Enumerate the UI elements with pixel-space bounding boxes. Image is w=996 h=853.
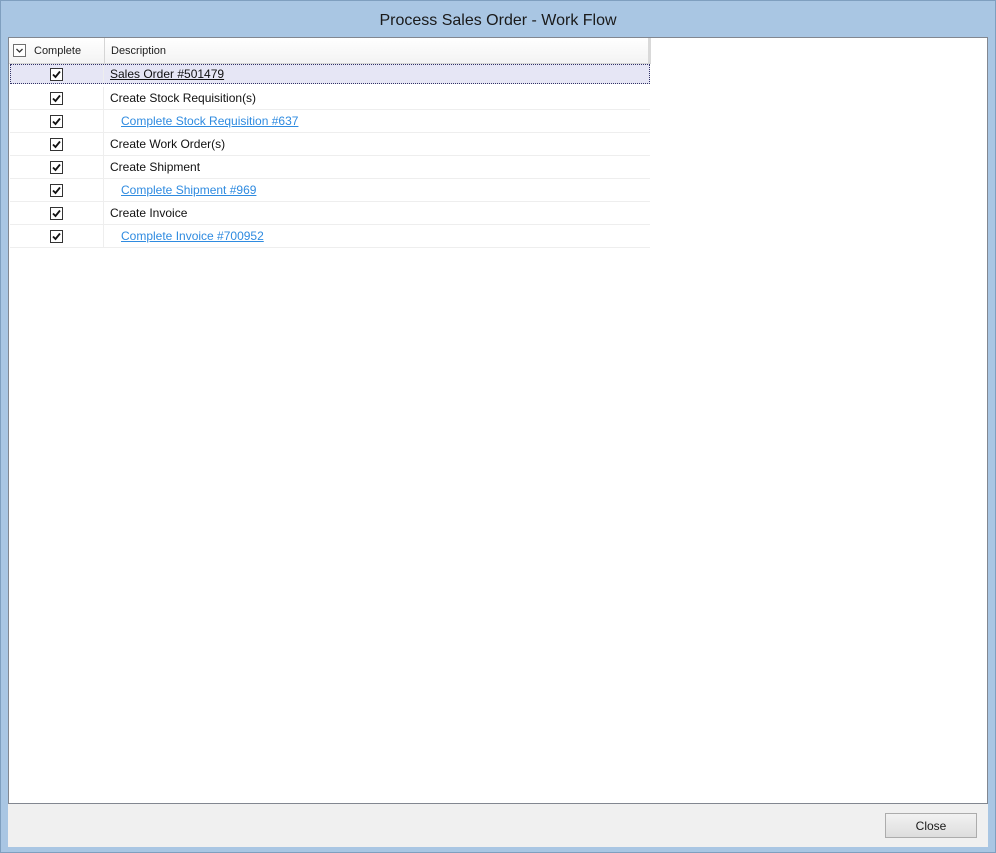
complete-cell bbox=[10, 133, 104, 155]
dialog-footer: Close bbox=[8, 804, 988, 847]
title-bar: Process Sales Order - Work Flow bbox=[1, 1, 995, 38]
column-header-description-label: Description bbox=[111, 44, 167, 57]
table-row[interactable]: Create Work Order(s) bbox=[10, 133, 650, 156]
complete-cell bbox=[10, 202, 104, 224]
table-row[interactable]: Complete Stock Requisition #637 bbox=[10, 110, 650, 133]
column-header-complete[interactable]: Complete bbox=[9, 38, 105, 63]
complete-cell bbox=[10, 87, 104, 109]
description-cell: Create Shipment bbox=[110, 160, 201, 174]
window-title: Process Sales Order - Work Flow bbox=[379, 11, 617, 29]
complete-checkbox[interactable] bbox=[50, 206, 63, 220]
checkmark-icon bbox=[52, 232, 61, 240]
checkmark-icon bbox=[52, 94, 61, 102]
description-link[interactable]: Sales Order #501479 bbox=[104, 64, 650, 84]
description-link[interactable]: Complete Stock Requisition #637 bbox=[104, 110, 650, 132]
grid-header: Complete Description bbox=[9, 38, 651, 64]
complete-checkbox[interactable] bbox=[50, 67, 63, 81]
checkmark-icon bbox=[52, 209, 61, 217]
complete-checkbox[interactable] bbox=[50, 160, 63, 174]
description-link[interactable]: Complete Shipment #969 bbox=[104, 179, 650, 201]
window-client-area: Complete Description Sales Order #501479… bbox=[8, 37, 988, 847]
column-header-complete-label: Complete bbox=[34, 44, 82, 57]
complete-cell bbox=[10, 110, 104, 132]
complete-cell bbox=[10, 179, 104, 201]
complete-checkbox[interactable] bbox=[50, 229, 63, 243]
grid-rows: Sales Order #501479 Create Stock Requisit… bbox=[10, 64, 650, 248]
checkmark-icon bbox=[52, 186, 61, 194]
table-row[interactable]: Complete Invoice #700952 bbox=[10, 225, 650, 248]
select-all-toggle[interactable] bbox=[13, 44, 26, 57]
checkmark-icon bbox=[52, 70, 61, 78]
checkmark-icon bbox=[52, 140, 61, 148]
description-cell: Create Invoice bbox=[110, 206, 188, 220]
chevron-down-icon bbox=[16, 48, 23, 53]
column-header-description[interactable]: Description bbox=[105, 38, 651, 63]
checkmark-icon bbox=[52, 163, 61, 171]
complete-cell bbox=[10, 64, 104, 84]
table-row[interactable]: Complete Shipment #969 bbox=[10, 179, 650, 202]
description-cell: Create Work Order(s) bbox=[110, 137, 226, 151]
complete-checkbox[interactable] bbox=[50, 183, 63, 197]
complete-cell bbox=[10, 225, 104, 247]
complete-checkbox[interactable] bbox=[50, 91, 63, 105]
workflow-window: Process Sales Order - Work Flow Complete… bbox=[0, 0, 996, 853]
description-cell: Create Stock Requisition(s) bbox=[110, 91, 257, 105]
close-button[interactable]: Close bbox=[885, 813, 977, 838]
complete-checkbox[interactable] bbox=[50, 114, 63, 128]
checkmark-icon bbox=[52, 117, 61, 125]
complete-cell bbox=[10, 156, 104, 178]
workflow-grid: Complete Description Sales Order #501479… bbox=[8, 37, 988, 804]
table-row[interactable]: Create Stock Requisition(s) bbox=[10, 87, 650, 110]
description-link[interactable]: Complete Invoice #700952 bbox=[104, 225, 650, 247]
table-row[interactable]: Sales Order #501479 bbox=[10, 64, 650, 84]
table-row[interactable]: Create Shipment bbox=[10, 156, 650, 179]
complete-checkbox[interactable] bbox=[50, 137, 63, 151]
table-row[interactable]: Create Invoice bbox=[10, 202, 650, 225]
